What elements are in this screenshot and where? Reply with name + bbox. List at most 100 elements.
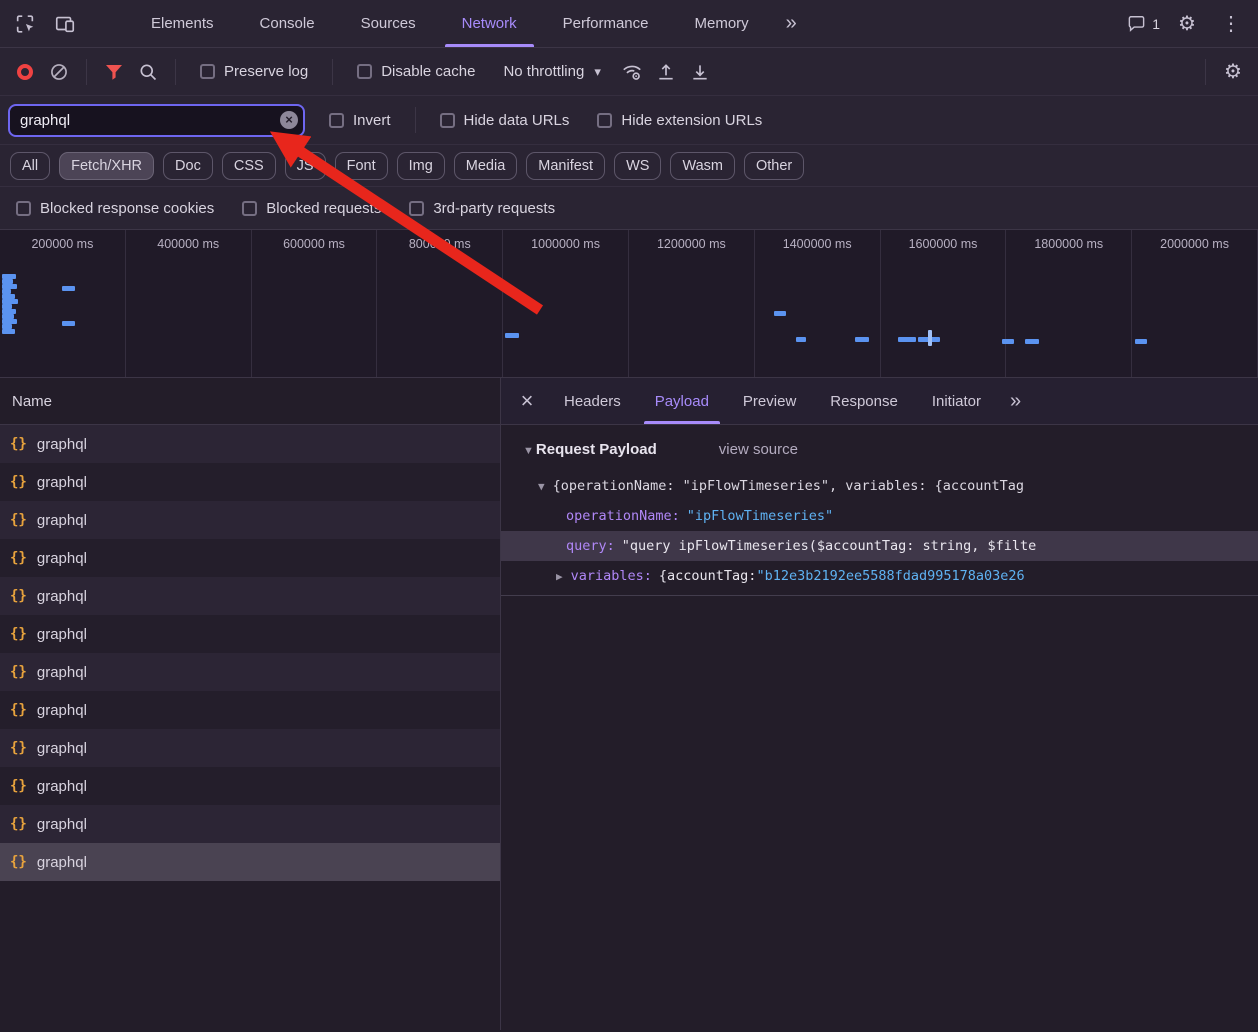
type-filter-pill[interactable]: All <box>10 152 50 180</box>
type-filter-pill[interactable]: Img <box>397 152 445 180</box>
disable-cache-checkbox[interactable]: Disable cache <box>357 63 475 80</box>
hide-extension-urls-label: Hide extension URLs <box>621 112 762 129</box>
detail-tab[interactable]: Headers <box>547 378 638 424</box>
network-settings-gear-icon[interactable]: ⚙ <box>1216 55 1250 89</box>
main-tab[interactable]: Console <box>237 0 338 47</box>
request-row[interactable]: {} graphql <box>0 843 500 881</box>
throttling-dropdown[interactable]: No throttling ▾ <box>503 63 600 80</box>
waterfall-bar <box>1002 339 1014 344</box>
close-details-icon[interactable]: × <box>507 378 547 424</box>
type-filter-pill[interactable]: WS <box>614 152 661 180</box>
detail-tab[interactable]: Initiator <box>915 378 998 424</box>
main-tab[interactable]: Network <box>439 0 540 47</box>
detail-tab[interactable]: Response <box>813 378 915 424</box>
search-button[interactable] <box>131 55 165 89</box>
more-tabs-icon[interactable]: » <box>772 0 811 47</box>
request-row[interactable]: {} graphql <box>0 577 500 615</box>
expand-triangle-icon[interactable]: ▶ <box>556 570 563 583</box>
download-icon <box>690 62 710 82</box>
funnel-icon <box>104 62 124 82</box>
payload-preview-row[interactable]: ▼ {operationName: "ipFlowTimeseries", va… <box>501 471 1258 501</box>
disable-cache-label: Disable cache <box>381 63 475 80</box>
import-har-button[interactable] <box>649 55 683 89</box>
more-detail-tabs-icon[interactable]: » <box>998 378 1033 424</box>
export-har-button[interactable] <box>683 55 717 89</box>
filter-input[interactable] <box>8 104 305 137</box>
request-row[interactable]: {} graphql <box>0 463 500 501</box>
hide-data-urls-label: Hide data URLs <box>464 112 570 129</box>
request-row[interactable]: {} graphql <box>0 729 500 767</box>
payload-query-row-selected[interactable]: query: "query ipFlowTimeseries($accountT… <box>501 531 1258 561</box>
type-filter-pill[interactable]: CSS <box>222 152 276 180</box>
checkbox-icon <box>16 201 31 216</box>
waterfall-bars <box>0 230 1258 377</box>
console-messages-indicator[interactable]: 1 <box>1127 14 1160 33</box>
device-toolbar-icon[interactable] <box>48 7 82 41</box>
details-tabbar: × HeadersPayloadPreviewResponseInitiator… <box>501 378 1258 425</box>
devtools-menu-kebab-icon[interactable]: ⋮ <box>1214 7 1248 41</box>
fetch-xhr-icon: {} <box>10 512 27 528</box>
payload-operation-row[interactable]: operationName: "ipFlowTimeseries" <box>501 501 1258 531</box>
hide-extension-urls-checkbox[interactable]: Hide extension URLs <box>597 112 762 129</box>
type-filter-pill[interactable]: Fetch/XHR <box>59 152 154 180</box>
request-row[interactable]: {} graphql <box>0 539 500 577</box>
upload-icon <box>656 62 676 82</box>
waterfall-bar <box>1025 339 1039 344</box>
collapse-triangle-icon[interactable]: ▼ <box>523 445 534 457</box>
search-icon <box>138 62 158 82</box>
request-row[interactable]: {} graphql <box>0 805 500 843</box>
name-column-header[interactable]: Name <box>0 378 500 425</box>
clear-filter-icon[interactable]: × <box>280 111 298 129</box>
filter-button-active[interactable] <box>97 55 131 89</box>
request-row[interactable]: {} graphql <box>0 425 500 463</box>
blocked-response-cookies-checkbox[interactable]: Blocked response cookies <box>16 200 214 217</box>
request-row[interactable]: {} graphql <box>0 691 500 729</box>
kebab-glyph: ⋮ <box>1221 14 1241 34</box>
main-tab[interactable]: Performance <box>540 0 672 47</box>
extra-filters-row: Blocked response cookies Blocked request… <box>0 187 1258 230</box>
invert-checkbox[interactable]: Invert <box>329 112 391 129</box>
network-conditions-button[interactable] <box>615 55 649 89</box>
detail-tab[interactable]: Payload <box>638 378 726 424</box>
type-filter-pill[interactable]: Wasm <box>670 152 735 180</box>
record-network-log-button[interactable] <box>8 55 42 89</box>
request-name: graphql <box>37 816 87 833</box>
checkbox-icon <box>329 113 344 128</box>
payload-variables-row[interactable]: ▶ variables: {accountTag: "b12e3b2192ee5… <box>501 561 1258 591</box>
request-row[interactable]: {} graphql <box>0 501 500 539</box>
type-filter-pill[interactable]: JS <box>285 152 326 180</box>
messages-count-badge: 1 <box>1152 16 1160 32</box>
third-party-requests-checkbox[interactable]: 3rd-party requests <box>409 200 555 217</box>
request-row[interactable]: {} graphql <box>0 653 500 691</box>
type-filter-pill[interactable]: Font <box>335 152 388 180</box>
fetch-xhr-icon: {} <box>10 588 27 604</box>
record-icon <box>17 64 33 80</box>
waterfall-bar <box>62 286 75 291</box>
divider <box>332 59 333 85</box>
resource-type-filters: All Fetch/XHR Doc CSS JS Font Img Media Manifest… <box>0 145 1258 187</box>
gear-glyph: ⚙ <box>1224 62 1242 82</box>
request-row[interactable]: {} graphql <box>0 615 500 653</box>
clear-network-log-button[interactable] <box>42 55 76 89</box>
network-overview-timeline[interactable]: 200000 ms400000 ms600000 ms800000 ms1000… <box>0 230 1258 378</box>
request-row[interactable]: {} graphql <box>0 767 500 805</box>
preserve-log-checkbox[interactable]: Preserve log <box>200 63 308 80</box>
blocked-requests-checkbox[interactable]: Blocked requests <box>242 200 381 217</box>
view-source-link[interactable]: view source <box>719 441 798 458</box>
checkbox-icon <box>357 64 372 79</box>
blocked-requests-label: Blocked requests <box>266 200 381 217</box>
type-filter-pill[interactable]: Manifest <box>526 152 605 180</box>
inspect-element-icon[interactable] <box>8 7 42 41</box>
expand-triangle-icon[interactable]: ▼ <box>538 480 545 493</box>
type-filter-pill[interactable]: Doc <box>163 152 213 180</box>
main-tabs: ElementsConsoleSourcesNetworkPerformance… <box>128 0 772 47</box>
type-filter-pill[interactable]: Media <box>454 152 518 180</box>
main-tab[interactable]: Sources <box>338 0 439 47</box>
settings-gear-icon[interactable]: ⚙ <box>1170 7 1204 41</box>
main-tab[interactable]: Memory <box>672 0 772 47</box>
detail-tab[interactable]: Preview <box>726 378 813 424</box>
type-filter-pill[interactable]: Other <box>744 152 804 180</box>
hide-data-urls-checkbox[interactable]: Hide data URLs <box>440 112 570 129</box>
gear-glyph: ⚙ <box>1178 14 1196 34</box>
main-tab[interactable]: Elements <box>128 0 237 47</box>
